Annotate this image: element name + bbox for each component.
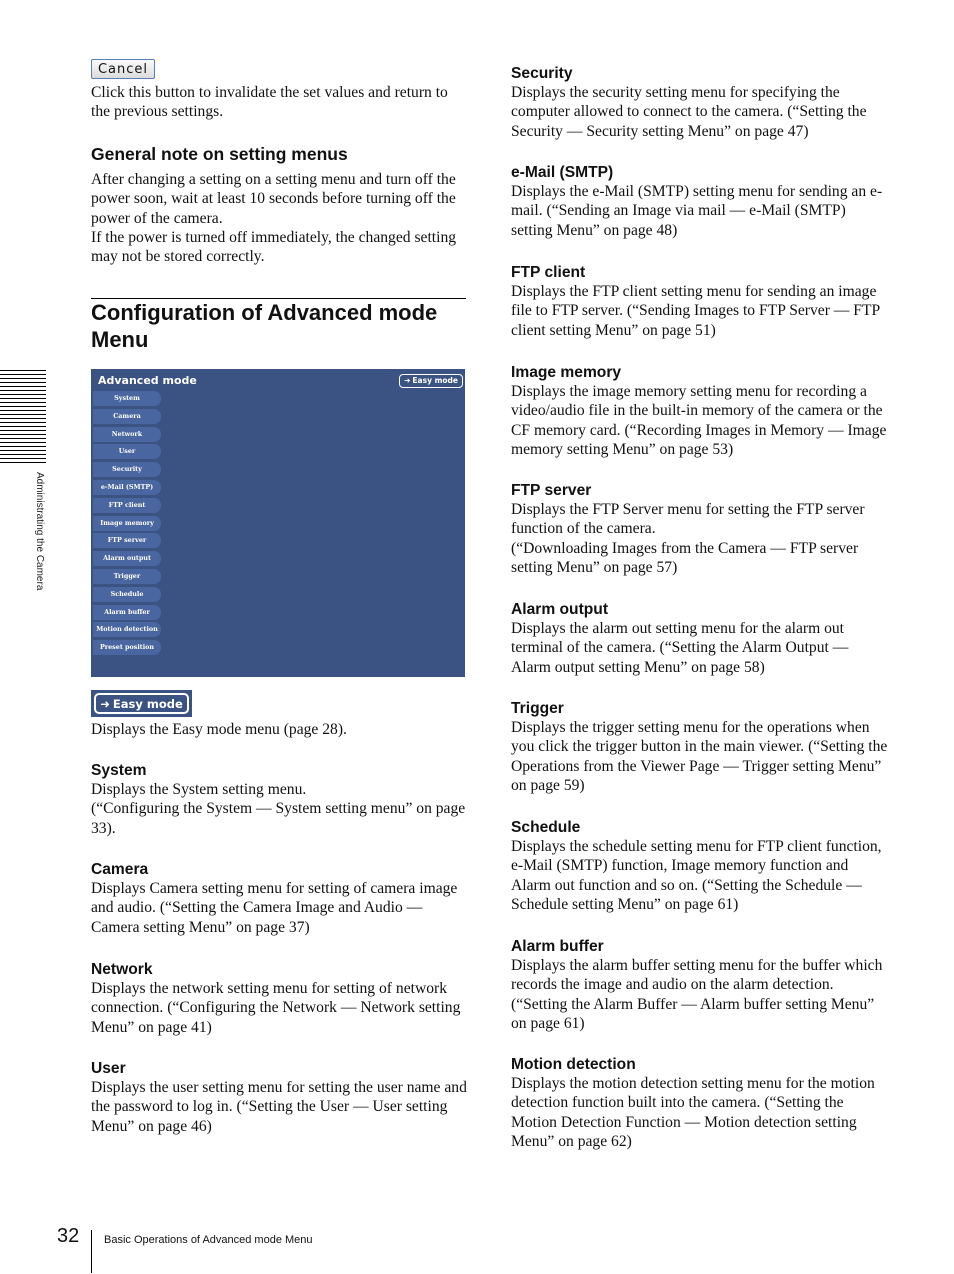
entry-text: Displays the System setting menu. (“Conf… (91, 781, 466, 837)
entry-text: Displays the alarm out setting menu for … (511, 620, 849, 676)
easy-mode-label: Easy mode (112, 696, 183, 711)
section-title: Configuration of Advanced mode Menu (91, 300, 438, 352)
entry-text: Displays the security setting menu for s… (511, 84, 867, 140)
advanced-mode-panel: Advanced mode ➜ Easy mode System Camera Ne… (91, 369, 465, 677)
entry-heading: Image memory (511, 364, 622, 381)
general-note-heading: General note on setting menus (91, 144, 348, 164)
entry-heading: Motion detection (511, 1056, 636, 1073)
entry-text: Displays the e-Mail (SMTP) setting menu … (511, 183, 883, 239)
entry-text: Displays Camera setting menu for setting… (91, 880, 458, 936)
general-note-paragraph: If the power is turned off immediately, … (91, 229, 457, 266)
panel-menu-item[interactable]: Trigger (93, 568, 161, 584)
arrow-right-icon: ➜ (404, 376, 411, 385)
arrow-right-icon: ➜ (100, 696, 110, 711)
general-note-paragraph: After changing a setting on a setting me… (91, 171, 456, 227)
entry-heading: System (91, 762, 147, 779)
panel-menu-item[interactable]: FTP client (93, 497, 161, 513)
side-tab-bars (0, 370, 46, 465)
panel-menu-item[interactable]: Motion detection (93, 622, 161, 638)
panel-menu-item[interactable]: Preset position (93, 640, 161, 656)
panel-menu-item[interactable]: Alarm buffer (93, 604, 161, 620)
entry-heading: FTP server (511, 482, 592, 499)
panel-menu-item[interactable]: System (93, 391, 161, 406)
side-tab-label: Administrating the Camera (34, 472, 45, 591)
cancel-description: Click this button to invalidate the set … (91, 84, 448, 121)
footer-title: Basic Operations of Advanced mode Menu (104, 1234, 313, 1246)
panel-menu-list: System Camera Network User Security e-Mail (S… (93, 391, 161, 658)
entry-text: Displays the FTP Server menu for setting… (511, 501, 865, 577)
easy-mode-description: Displays the Easy mode menu (page 28). (91, 721, 347, 738)
entry-text: Displays the schedule setting menu for F… (511, 838, 882, 914)
panel-menu-item[interactable]: FTP server (93, 533, 161, 549)
entry-heading: User (91, 1060, 126, 1077)
panel-menu-item[interactable]: Image memory (93, 515, 161, 531)
entry-heading: Camera (91, 861, 149, 878)
panel-title: Advanced mode (98, 374, 197, 387)
entry-heading: FTP client (511, 264, 586, 281)
entry-heading: e-Mail (SMTP) (511, 164, 614, 181)
entry-text: Displays the trigger setting menu for th… (511, 719, 888, 795)
panel-menu-item[interactable]: Network (93, 426, 161, 442)
footer-divider (91, 1230, 92, 1273)
page-number: 32 (57, 1225, 80, 1247)
panel-menu-item[interactable]: e-Mail (SMTP) (93, 479, 161, 495)
panel-menu-item[interactable]: Alarm output (93, 551, 161, 567)
entry-heading: Schedule (511, 819, 581, 836)
easy-mode-button[interactable]: ➜ Easy mode (91, 690, 192, 717)
panel-menu-item[interactable]: Schedule (93, 586, 161, 602)
panel-menu-item[interactable]: Security (93, 462, 161, 478)
entry-text: Displays the motion detection setting me… (511, 1075, 875, 1151)
entry-text: Displays the FTP client setting menu for… (511, 283, 880, 339)
panel-easy-mode-button[interactable]: ➜ Easy mode (399, 374, 463, 388)
entry-heading: Network (91, 961, 153, 978)
entry-heading: Trigger (511, 700, 564, 717)
panel-easy-mode-label: Easy mode (412, 376, 458, 385)
panel-menu-item[interactable]: Camera (93, 408, 161, 424)
entry-text: Displays the alarm buffer setting menu f… (511, 957, 883, 1033)
entry-heading: Alarm output (511, 601, 609, 618)
cancel-button[interactable]: Cancel (91, 59, 155, 79)
entry-heading: Security (511, 65, 573, 82)
entry-heading: Alarm buffer (511, 938, 604, 955)
panel-menu-item[interactable]: User (93, 444, 161, 460)
entry-text: Displays the network setting menu for se… (91, 980, 461, 1036)
entry-text: Displays the image memory setting menu f… (511, 383, 887, 459)
entry-text: Displays the user setting menu for setti… (91, 1079, 467, 1135)
